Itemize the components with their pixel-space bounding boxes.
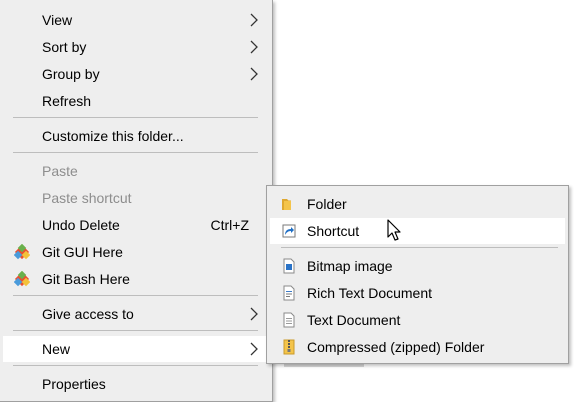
background-text-fragment	[284, 364, 364, 367]
menu-item-label: New	[42, 341, 71, 357]
menu-separator	[13, 330, 258, 331]
submenu-item-label: Text Document	[307, 312, 401, 328]
menu-item-label: Git GUI Here	[42, 244, 123, 260]
menu-item-label: Paste shortcut	[42, 190, 132, 206]
submenu-item-bitmap-image[interactable]: Bitmap image	[270, 253, 565, 279]
text-document-icon	[283, 312, 295, 328]
menu-item-give-access-to[interactable]: Give access to	[3, 301, 269, 327]
chevron-right-icon	[250, 307, 258, 321]
mouse-cursor-icon	[387, 219, 401, 241]
bitmap-icon	[283, 258, 295, 274]
menu-item-new[interactable]: New	[3, 336, 269, 362]
shortcut-icon	[282, 224, 296, 238]
rich-text-document-icon	[283, 285, 295, 301]
menu-item-properties[interactable]: Properties	[3, 371, 269, 397]
submenu-item-label: Shortcut	[307, 223, 360, 239]
menu-item-label: Give access to	[42, 306, 134, 322]
menu-item-label: Sort by	[42, 39, 87, 55]
zip-folder-icon	[283, 339, 295, 355]
menu-item-label: Properties	[42, 376, 106, 392]
chevron-right-icon	[250, 67, 258, 81]
menu-item-refresh[interactable]: Refresh	[3, 88, 269, 114]
menu-separator	[13, 117, 258, 118]
submenu-item-label: Compressed (zipped) Folder	[307, 339, 485, 355]
chevron-right-icon	[250, 342, 258, 356]
context-menu: View Sort by Group by Refresh Customize …	[0, 0, 273, 402]
menu-item-view[interactable]: View	[3, 7, 269, 33]
submenu-item-rich-text-document[interactable]: Rich Text Document	[270, 280, 565, 306]
chevron-right-icon	[250, 13, 258, 27]
submenu-item-label: Folder	[307, 196, 347, 212]
menu-item-group-by[interactable]: Group by	[3, 61, 269, 87]
desktop-background	[271, 364, 574, 402]
submenu-item-compressed-folder[interactable]: Compressed (zipped) Folder	[270, 334, 565, 360]
menu-separator	[281, 247, 558, 248]
submenu-item-label: Bitmap image	[307, 258, 393, 274]
menu-item-label: Group by	[42, 66, 100, 82]
menu-item-label: Refresh	[42, 93, 92, 109]
menu-item-label: Paste	[42, 163, 78, 179]
menu-separator	[13, 295, 258, 296]
menu-item-label: Git Bash Here	[42, 271, 130, 287]
menu-separator	[13, 152, 258, 153]
menu-item-label: Customize this folder...	[42, 128, 184, 144]
menu-item-sort-by[interactable]: Sort by	[3, 34, 269, 60]
menu-item-undo-delete[interactable]: Undo Delete Ctrl+Z	[3, 212, 269, 238]
submenu-item-label: Rich Text Document	[307, 285, 433, 301]
menu-separator	[13, 365, 258, 366]
submenu-item-text-document[interactable]: Text Document	[270, 307, 565, 333]
menu-item-paste[interactable]: Paste	[3, 158, 269, 184]
git-icon	[14, 244, 30, 260]
menu-item-customize-folder[interactable]: Customize this folder...	[3, 123, 269, 149]
folder-icon	[282, 199, 291, 210]
menu-item-label: Undo Delete	[42, 217, 120, 233]
new-submenu: Folder Shortcut Bitmap image Rich Text D…	[266, 185, 569, 364]
chevron-right-icon	[250, 40, 258, 54]
menu-item-label: View	[42, 12, 73, 28]
submenu-item-shortcut[interactable]: Shortcut	[270, 218, 565, 244]
menu-item-git-bash-here[interactable]: Git Bash Here	[3, 266, 269, 292]
submenu-item-folder[interactable]: Folder	[270, 191, 565, 217]
git-icon	[14, 271, 30, 287]
menu-item-git-gui-here[interactable]: Git GUI Here	[3, 239, 269, 265]
keyboard-shortcut: Ctrl+Z	[210, 217, 250, 233]
menu-item-paste-shortcut[interactable]: Paste shortcut	[3, 185, 269, 211]
